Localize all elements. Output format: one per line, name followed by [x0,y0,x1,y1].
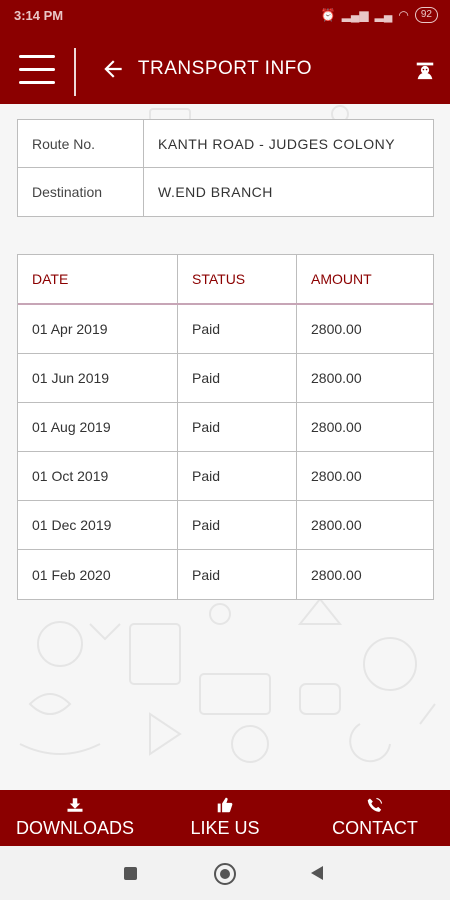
battery-icon: 92 [414,7,438,23]
download-icon [67,798,83,812]
fee-date: 01 Feb 2020 [18,550,178,599]
fee-status: Paid [178,452,297,500]
fee-status: Paid [178,305,297,353]
nav-contact-label: CONTACT [332,818,418,838]
table-row: 01 Apr 2019 Paid 2800.00 [18,305,433,354]
system-back-icon[interactable] [311,866,323,880]
route-label: Route No. [18,120,144,167]
system-nav-bar [0,846,450,900]
destination-value: W.END BRANCH [158,184,273,200]
table-row: 01 Dec 2019 Paid 2800.00 [18,501,433,550]
fee-date: 01 Aug 2019 [18,403,178,451]
status-bar: 3:14 PM ⏰ ▂▄▆ ▂▄ ◠ 92 [0,0,450,32]
app-bar: TRANSPORT INFO [0,32,450,104]
fee-date: 01 Dec 2019 [18,501,178,549]
status-icons: ⏰ ▂▄▆ ▂▄ ◠ 92 [321,7,438,23]
table-row: 01 Oct 2019 Paid 2800.00 [18,452,433,501]
route-row: Route No. KANTH ROAD - JUDGES COLONY [18,120,433,168]
fee-status: Paid [178,501,297,549]
fee-table-header: DATE STATUS AMOUNT [18,255,433,305]
fee-amount: 2800.00 [311,419,362,435]
fee-status: Paid [178,354,297,402]
page-title: TRANSPORT INFO [137,58,313,79]
fee-amount: 2800.00 [311,321,362,337]
nav-like-us[interactable]: LIKE US [150,790,300,846]
header-amount: AMOUNT [311,271,372,287]
alarm-icon: ⏰ [320,8,336,22]
signal-icon: ▂▄▆ [341,8,369,22]
route-value: KANTH ROAD - JUDGES COLONY [158,135,396,152]
table-row: 01 Jun 2019 Paid 2800.00 [18,354,433,403]
destination-label: Destination [18,168,144,216]
table-row: 01 Feb 2020 Paid 2800.00 [18,550,433,599]
fee-amount: 2800.00 [311,566,362,583]
home-icon[interactable] [214,863,236,885]
route-info-table: Route No. KANTH ROAD - JUDGES COLONY Des… [17,119,434,217]
no-signal-icon: ▂▄ [374,8,393,22]
fee-status: Paid [178,550,297,599]
nav-downloads-label: DOWNLOADS [15,818,134,838]
nav-contact[interactable]: CONTACT [300,790,450,846]
fee-amount: 2800.00 [311,517,362,533]
header-date: DATE [18,255,178,303]
nav-downloads[interactable]: DOWNLOADS [0,790,150,846]
table-row: 01 Aug 2019 Paid 2800.00 [18,403,433,452]
student-icon[interactable] [414,59,436,81]
header-status: STATUS [178,255,297,303]
fee-date: 01 Apr 2019 [18,305,178,353]
status-time: 3:14 PM [14,8,64,23]
nav-like-us-label: LIKE US [190,818,260,838]
fee-date: 01 Oct 2019 [18,452,178,500]
fee-status: Paid [178,403,297,451]
fee-date: 01 Jun 2019 [18,354,178,402]
destination-row: Destination W.END BRANCH [18,168,433,216]
thumbs-up-icon [217,797,233,813]
wifi-icon: ◠ [398,8,409,22]
fee-amount: 2800.00 [311,370,362,386]
phone-icon [367,797,383,812]
bottom-nav: DOWNLOADS LIKE US CONTACT [0,790,450,846]
recents-icon[interactable] [124,867,137,880]
fee-amount: 2800.00 [311,468,362,484]
fee-table: DATE STATUS AMOUNT 01 Apr 2019 Paid 2800… [17,254,434,600]
content-area: Route No. KANTH ROAD - JUDGES COLONY Des… [0,104,450,790]
